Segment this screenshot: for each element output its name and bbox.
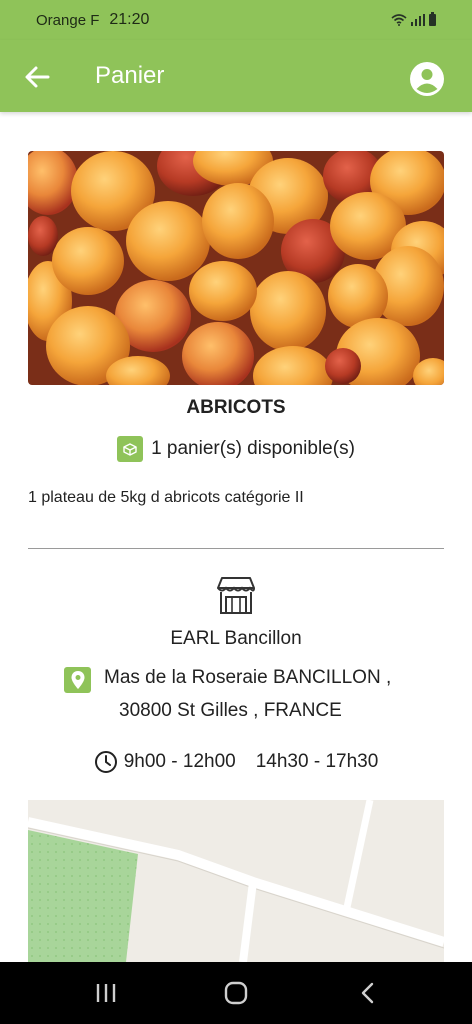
availability-label: 1 panier(s) disponible(s) (151, 438, 355, 459)
apricots-image (28, 151, 444, 385)
battery-icon (429, 12, 436, 26)
home-icon[interactable] (223, 980, 249, 1006)
app-bar: Panier (0, 40, 472, 112)
divider (28, 548, 444, 549)
address-line-2: 30800 St Gilles , FRANCE (119, 700, 342, 721)
arrow-left-icon[interactable] (22, 62, 52, 92)
carrier-label: Orange F (36, 11, 100, 29)
signal-icon (411, 14, 425, 26)
account-circle-icon[interactable] (408, 60, 446, 98)
status-icons (391, 12, 436, 26)
basket-icon (117, 436, 144, 462)
status-bar: Orange F 21:20 (0, 0, 472, 40)
opening-hours: 9h00 - 12h00 14h30 - 17h30 (0, 750, 472, 774)
producer-name: EARL Bancillon (170, 628, 302, 649)
product-photo (28, 151, 444, 385)
product-description: 1 plateau de 5kg d abricots catégorie II (28, 489, 304, 506)
address-line-1: Mas de la Roseraie BANCILLON , (104, 667, 392, 688)
product-name: ABRICOTS (186, 397, 286, 418)
wifi-icon (391, 14, 407, 26)
clock: 21:20 (109, 11, 150, 28)
system-nav-bar (0, 962, 472, 1024)
hours-afternoon: 14h30 - 17h30 (255, 751, 379, 772)
hours-morning: 9h00 - 12h00 (123, 751, 236, 772)
map-pin-icon (64, 667, 91, 693)
page-title: Panier (95, 62, 165, 89)
availability-row: 1 panier(s) disponible(s) (0, 436, 472, 462)
map-preview[interactable] (28, 800, 444, 962)
recent-apps-icon[interactable] (93, 980, 119, 1006)
back-icon[interactable] (356, 980, 382, 1006)
store-icon (217, 577, 255, 614)
map-image (28, 800, 444, 962)
clock-icon (94, 751, 117, 773)
